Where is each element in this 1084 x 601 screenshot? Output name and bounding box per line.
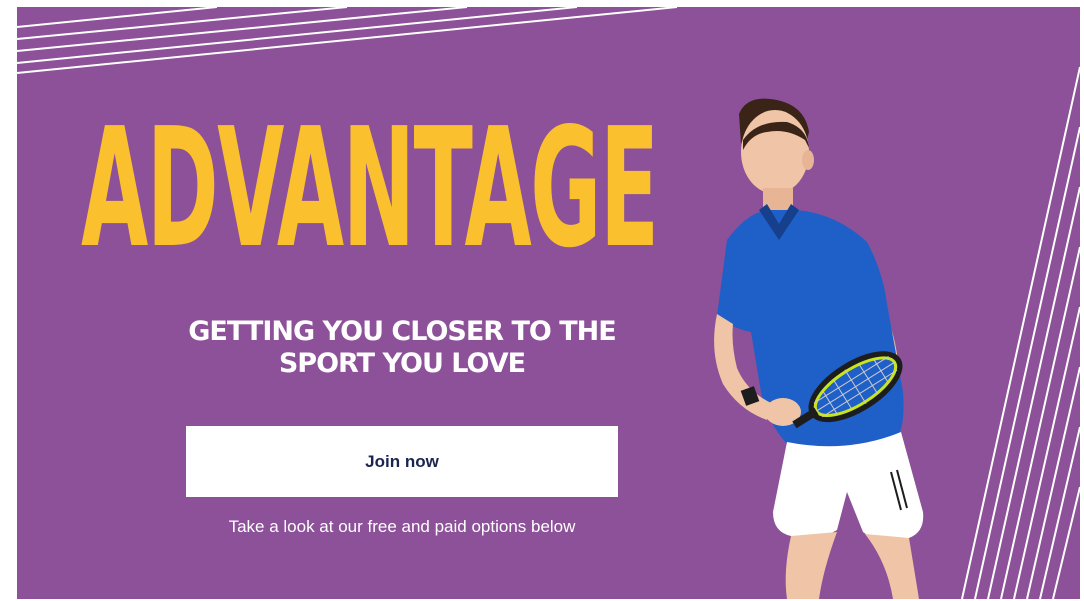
page: ADVANTAGE GETTING YOU CLOSER TO THE SPOR…: [0, 0, 1084, 601]
tennis-player-image: [714, 98, 924, 599]
tagline-line-1: GETTING YOU CLOSER TO THE: [188, 316, 616, 347]
top-left-stripes: [17, 7, 678, 74]
options-description: Take a look at our free and paid options…: [228, 517, 576, 536]
hero-banner: ADVANTAGE GETTING YOU CLOSER TO THE SPOR…: [17, 7, 1080, 599]
headline: ADVANTAGE: [81, 93, 659, 284]
right-stripes: [961, 66, 1080, 599]
tagline: GETTING YOU CLOSER TO THE SPORT YOU LOVE: [185, 316, 619, 381]
tagline-line-2: SPORT YOU LOVE: [278, 348, 526, 380]
join-now-button[interactable]: Join now: [186, 426, 618, 497]
